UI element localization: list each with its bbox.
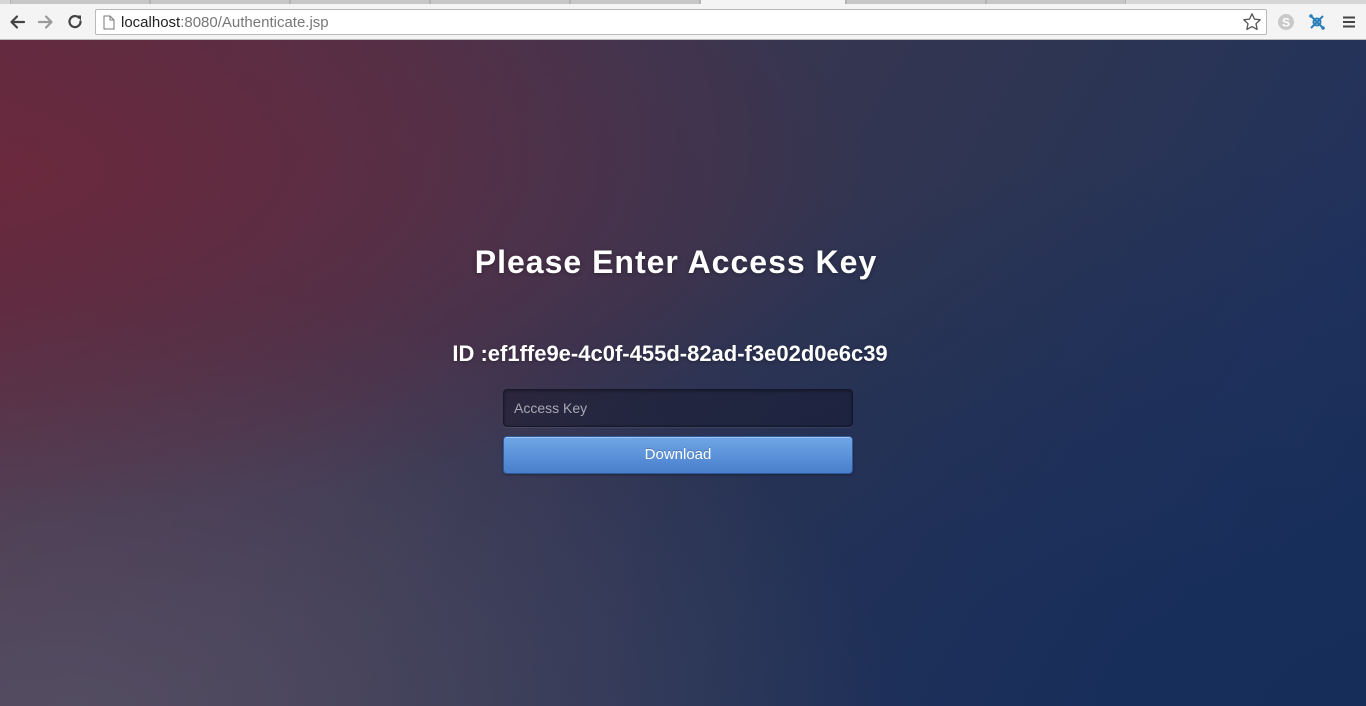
network-extension-icon [1309,14,1325,30]
page-icon [103,15,115,30]
back-button[interactable] [5,10,29,34]
url-host: localhost [121,14,181,31]
url-path: :8080/Authenticate.jsp [180,14,329,31]
browser-toolbar: localhost:8080/Authenticate.jsp S [0,4,1366,40]
back-icon [10,15,26,29]
session-id-text: ID :ef1ffe9e-4c0f-455d-82ad-f3e02d0e6c39 [452,341,888,366]
url-text: localhost:8080/Authenticate.jsp [121,14,329,32]
address-bar[interactable]: localhost:8080/Authenticate.jsp [95,9,1267,35]
reload-button[interactable] [63,10,87,34]
bookmark-star-icon[interactable] [1242,12,1262,32]
page-viewport: Please Enter Access Key ID :ef1ffe9e-4c0… [0,40,1366,706]
menu-button[interactable] [1338,11,1360,33]
menu-icon [1343,16,1355,28]
skype-extension-icon: S [1278,14,1294,30]
download-button[interactable]: Download [503,436,853,474]
page-title: Please Enter Access Key [474,244,878,280]
svg-text:S: S [1282,16,1290,30]
network-extension-button[interactable] [1306,11,1328,33]
skype-extension-button[interactable]: S [1275,11,1297,33]
reload-icon [68,14,82,29]
access-key-input[interactable] [503,389,853,427]
forward-icon [37,15,53,29]
forward-button[interactable] [34,10,58,34]
